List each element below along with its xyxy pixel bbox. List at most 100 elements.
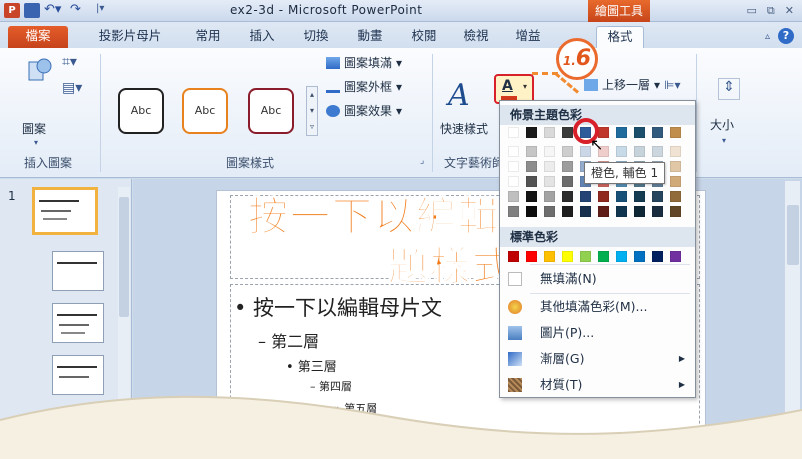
standard-color-swatch[interactable] xyxy=(652,251,663,262)
wordart-a-icon[interactable]: A xyxy=(448,78,470,113)
chevron-down-icon[interactable]: ▾ xyxy=(523,82,527,91)
shape-style-black[interactable]: Abc xyxy=(118,88,164,134)
theme-color-swatch[interactable] xyxy=(508,206,519,217)
tab-review[interactable]: 校閱 xyxy=(404,26,444,48)
shapes-button-label[interactable]: 圖案 xyxy=(22,120,46,137)
picture-item[interactable]: 圖片(P)... xyxy=(500,321,695,345)
theme-color-swatch[interactable] xyxy=(634,191,645,202)
theme-color-swatch[interactable] xyxy=(670,146,681,157)
tab-home[interactable]: 常用 xyxy=(188,26,228,48)
no-fill-item[interactable]: 無填滿(N) xyxy=(500,267,695,291)
theme-color-swatch[interactable] xyxy=(670,161,681,172)
quick-styles-label[interactable]: 快速樣式 xyxy=(440,120,488,137)
theme-color-swatch[interactable] xyxy=(670,127,681,138)
shape-effects-button[interactable]: 圖案效果 ▾ xyxy=(326,102,402,119)
size-icon[interactable]: ⇕ xyxy=(718,78,740,100)
gradient-item[interactable]: 漸層(G) ▶ xyxy=(500,347,695,371)
theme-color-swatch[interactable] xyxy=(526,127,537,138)
shapes-dropdown-icon[interactable]: ▾ xyxy=(34,138,38,147)
more-fill-colors-item[interactable]: 其他填滿色彩(M)... xyxy=(500,295,695,319)
tab-file[interactable]: 檔案 xyxy=(8,26,68,48)
tab-format[interactable]: 格式 xyxy=(596,26,644,48)
theme-color-swatch[interactable] xyxy=(670,191,681,202)
standard-color-swatch[interactable] xyxy=(544,251,555,262)
tab-addins[interactable]: 增益 xyxy=(508,26,548,48)
shape-style-red[interactable]: Abc xyxy=(248,88,294,134)
theme-color-swatch[interactable] xyxy=(598,191,609,202)
theme-color-swatch[interactable] xyxy=(562,206,573,217)
theme-color-swatch[interactable] xyxy=(616,206,627,217)
standard-color-swatch[interactable] xyxy=(634,251,645,262)
theme-color-swatch[interactable] xyxy=(634,146,645,157)
tab-view[interactable]: 檢視 xyxy=(456,26,496,48)
standard-color-swatch[interactable] xyxy=(616,251,627,262)
minimize-ribbon-icon[interactable]: ▵ xyxy=(765,31,770,42)
style-gallery-scroll[interactable]: ▴ ▾ ▿ xyxy=(306,86,318,136)
theme-color-swatch[interactable] xyxy=(634,206,645,217)
undo-icon[interactable]: ↶▾ xyxy=(44,3,66,18)
redo-icon[interactable]: ↷ xyxy=(70,3,92,18)
shape-outline-button[interactable]: 圖案外框 ▾ xyxy=(326,78,402,95)
size-label[interactable]: 大小 xyxy=(710,116,734,133)
restore-icon[interactable]: ⧉ xyxy=(767,4,775,18)
minimize-icon[interactable]: ▭ xyxy=(747,4,757,18)
theme-color-swatch[interactable] xyxy=(652,206,663,217)
shape-style-orange[interactable]: Abc xyxy=(182,88,228,134)
theme-color-swatch[interactable] xyxy=(652,191,663,202)
standard-color-swatch[interactable] xyxy=(598,251,609,262)
layout-thumbnail[interactable] xyxy=(52,303,104,343)
shape-fill-button[interactable]: 圖案填滿 ▾ xyxy=(326,54,402,71)
tab-slide-master[interactable]: 投影片母片 xyxy=(90,26,170,48)
theme-color-swatch[interactable] xyxy=(562,161,573,172)
theme-color-swatch[interactable] xyxy=(544,191,555,202)
theme-color-swatch[interactable] xyxy=(580,206,591,217)
bring-forward-button[interactable]: 上移一層 ▾ ⊫▾ xyxy=(584,76,681,93)
shapes-icon[interactable] xyxy=(26,56,54,84)
theme-color-swatch[interactable] xyxy=(526,161,537,172)
theme-color-swatch[interactable] xyxy=(562,191,573,202)
theme-color-swatch[interactable] xyxy=(508,176,519,187)
customize-qat-icon[interactable]: |▾ xyxy=(96,3,112,18)
tab-animations[interactable]: 動畫 xyxy=(350,26,390,48)
text-box-icon[interactable]: ▤▾ xyxy=(62,80,82,96)
theme-color-swatch[interactable] xyxy=(616,191,627,202)
theme-color-swatch[interactable] xyxy=(634,127,645,138)
master-slide-thumbnail[interactable] xyxy=(32,187,98,235)
theme-color-swatch[interactable] xyxy=(508,191,519,202)
theme-color-swatch[interactable] xyxy=(562,127,573,138)
standard-color-swatch[interactable] xyxy=(526,251,537,262)
standard-color-swatch[interactable] xyxy=(508,251,519,262)
help-icon[interactable]: ? xyxy=(778,28,794,44)
theme-color-swatch[interactable] xyxy=(544,176,555,187)
save-icon[interactable] xyxy=(24,3,40,18)
theme-color-swatch[interactable] xyxy=(562,146,573,157)
theme-color-swatch[interactable] xyxy=(616,146,627,157)
edit-shape-icon[interactable]: ⌗▾ xyxy=(62,54,77,70)
standard-color-swatch[interactable] xyxy=(580,251,591,262)
size-dropdown-icon[interactable]: ▾ xyxy=(722,136,726,145)
close-icon[interactable]: ✕ xyxy=(785,4,794,18)
powerpoint-app-icon[interactable]: P xyxy=(4,3,20,18)
theme-color-swatch[interactable] xyxy=(544,127,555,138)
theme-color-swatch[interactable] xyxy=(598,206,609,217)
theme-color-swatch[interactable] xyxy=(526,206,537,217)
theme-color-swatch[interactable] xyxy=(526,146,537,157)
tab-insert[interactable]: 插入 xyxy=(242,26,282,48)
theme-color-swatch[interactable] xyxy=(580,191,591,202)
theme-color-swatch[interactable] xyxy=(652,127,663,138)
theme-color-swatch[interactable] xyxy=(508,127,519,138)
theme-color-swatch[interactable] xyxy=(670,206,681,217)
theme-color-swatch[interactable] xyxy=(526,191,537,202)
layout-thumbnail[interactable] xyxy=(52,251,104,291)
tab-transitions[interactable]: 切換 xyxy=(296,26,336,48)
theme-color-swatch[interactable] xyxy=(508,161,519,172)
standard-color-swatch[interactable] xyxy=(562,251,573,262)
standard-color-swatch[interactable] xyxy=(670,251,681,262)
align-icon[interactable]: ⊫▾ xyxy=(664,78,680,92)
theme-color-swatch[interactable] xyxy=(508,146,519,157)
theme-color-swatch[interactable] xyxy=(544,146,555,157)
theme-color-swatch[interactable] xyxy=(544,206,555,217)
theme-color-swatch[interactable] xyxy=(562,176,573,187)
theme-color-swatch[interactable] xyxy=(616,127,627,138)
theme-color-swatch[interactable] xyxy=(652,146,663,157)
